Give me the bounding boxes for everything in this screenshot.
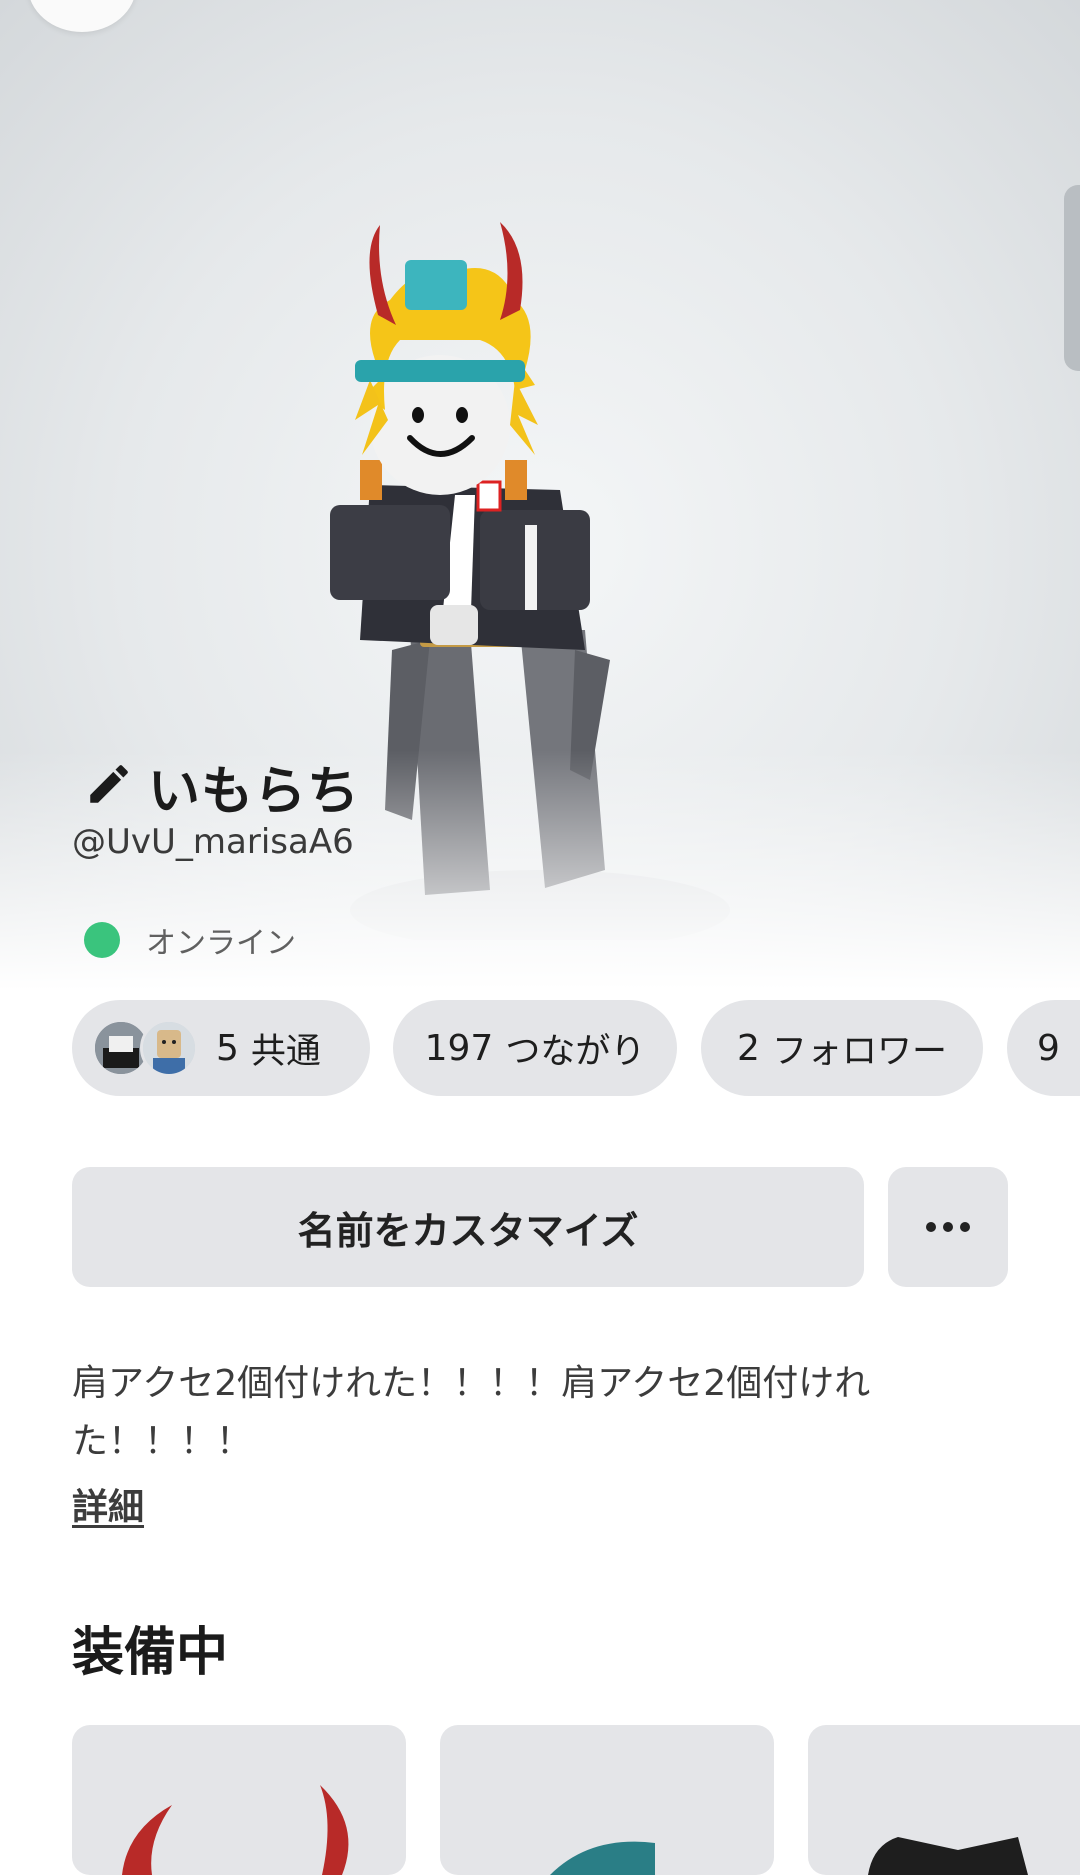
- equipped-item-card[interactable]: [440, 1725, 774, 1875]
- mutual-pill[interactable]: 5 共通: [72, 1000, 370, 1096]
- avatar-3d-render: [330, 222, 730, 940]
- stats-row: 5 共通 197 つながり 2 フォロワー 9: [72, 1000, 1080, 1096]
- mutual-label: 共通: [250, 1031, 321, 1072]
- equipped-item-card[interactable]: [808, 1725, 1080, 1875]
- ellipsis-icon: [926, 1222, 970, 1232]
- online-status-icon: [84, 922, 120, 958]
- bio-text: 肩アクセ2個付けれた！！！！肩アクセ2個付けれた！！！！: [72, 1363, 871, 1462]
- display-name: いもらち: [148, 761, 361, 822]
- username: @UvU_marisaA6: [72, 822, 354, 862]
- connections-label: つながり: [505, 1031, 646, 1072]
- presence-status: オンライン: [84, 918, 296, 962]
- followers-pill[interactable]: 2 フォロワー: [701, 1000, 983, 1096]
- followers-count: 2: [737, 1027, 760, 1069]
- more-options-button[interactable]: [888, 1167, 1008, 1287]
- side-panel-handle[interactable]: [1064, 185, 1080, 371]
- jacket-item-thumbnail: [868, 1837, 1028, 1875]
- bio-details-link[interactable]: 詳細: [72, 1478, 144, 1530]
- equipped-section-title: 装備中: [72, 1623, 229, 1683]
- connections-count: 197: [424, 1027, 494, 1069]
- mutual-count: 5: [216, 1027, 239, 1069]
- following-count: 9: [1037, 1027, 1060, 1069]
- visor-item-thumbnail: [550, 1841, 655, 1875]
- connections-pill[interactable]: 197 つながり: [393, 1000, 677, 1096]
- horns-item-thumbnail: [122, 1785, 349, 1875]
- mutual-avatar-2: [140, 1019, 198, 1077]
- display-name-row[interactable]: いもらち: [84, 752, 360, 822]
- equipped-item-card[interactable]: [72, 1725, 406, 1875]
- back-button[interactable]: [28, 0, 136, 32]
- customize-name-button[interactable]: 名前をカスタマイズ: [72, 1167, 864, 1287]
- presence-label: オンライン: [146, 926, 296, 961]
- following-pill[interactable]: 9: [1007, 1000, 1080, 1096]
- edit-pencil-icon[interactable]: [84, 759, 134, 813]
- followers-label: フォロワー: [771, 1031, 947, 1072]
